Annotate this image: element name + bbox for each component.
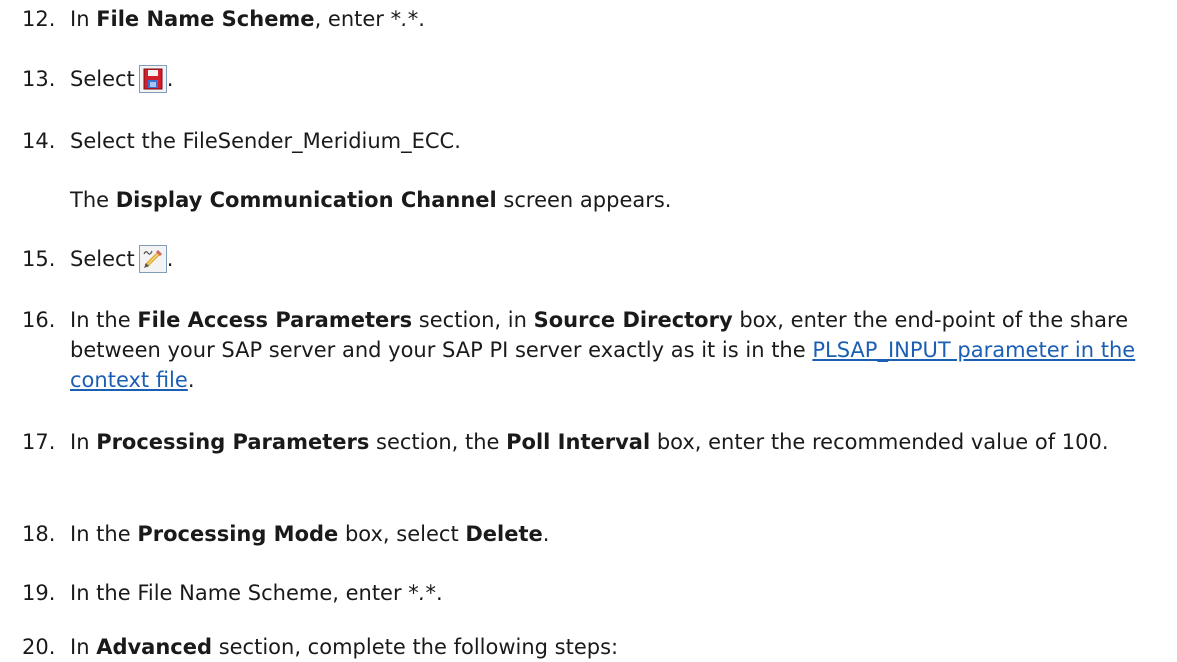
step-number: 14. (22, 129, 56, 153)
ui-term: Processing Parameters (96, 430, 370, 454)
step-text: In the Processing Mode box, select Delet… (70, 522, 550, 546)
step-number: 12. (22, 7, 56, 31)
step-number: 16. (22, 308, 56, 332)
step-number: 19. (22, 581, 56, 605)
step-number: 13. (22, 67, 56, 91)
ui-term: Advanced (96, 635, 213, 659)
ui-term: Poll Interval (506, 430, 651, 454)
ui-term: File Name Scheme (96, 7, 315, 31)
input-value: *.* (390, 7, 419, 31)
step-number: 18. (22, 522, 56, 546)
input-value: *.* (408, 581, 436, 605)
step-number: 17. (22, 430, 56, 454)
step-text: In the File Access Parameters section, i… (70, 308, 1136, 392)
edit-icon (138, 245, 167, 273)
ui-term: Processing Mode (137, 522, 339, 546)
step-text: Select. (70, 65, 174, 93)
step-number: 20. (22, 635, 56, 659)
save-icon (138, 65, 167, 93)
screen-name: Display Communication Channel (115, 188, 497, 212)
step-text: In the File Name Scheme, enter *.*. (70, 581, 443, 605)
step-number: 15. (22, 247, 56, 271)
step-text: Select. (70, 245, 174, 273)
ui-term: Delete (465, 522, 543, 546)
ui-term: Source Directory (533, 308, 733, 332)
step-14-result: The Display Communication Channel screen… (70, 188, 672, 212)
step-text: In File Name Scheme, enter *.*. (70, 7, 425, 31)
step-text: In Processing Parameters section, the Po… (70, 430, 1109, 454)
ui-term: File Access Parameters (137, 308, 413, 332)
step-text: In Advanced section, complete the follow… (70, 635, 619, 659)
step-text: Select the FileSender_Meridium_ECC. (70, 129, 461, 153)
